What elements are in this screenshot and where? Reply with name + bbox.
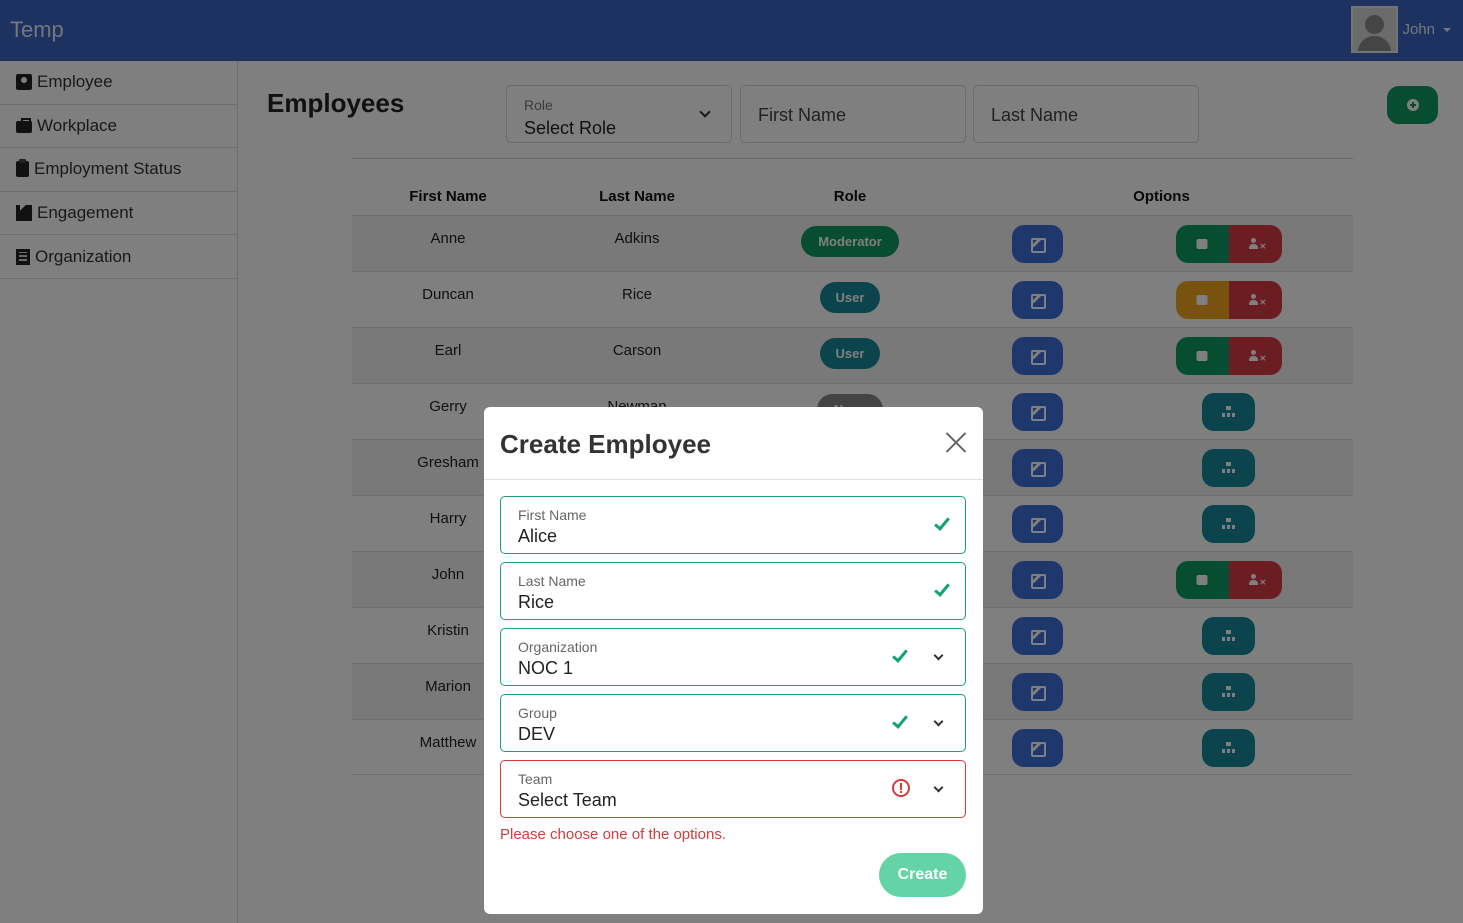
check-icon: [892, 646, 908, 663]
alert-circle-icon: [892, 779, 910, 797]
first-name-field[interactable]: First Name Alice: [500, 496, 966, 554]
field-label: Group: [518, 705, 557, 721]
chevron-down-icon: [933, 716, 944, 727]
field-value: Rice: [518, 592, 555, 612]
chevron-down-icon: [933, 782, 944, 793]
field-label: Last Name: [518, 573, 586, 589]
field-label: Organization: [518, 639, 598, 655]
validation-error: Please choose one of the options.: [500, 826, 726, 843]
group-select[interactable]: Group DEV: [500, 694, 966, 752]
close-icon[interactable]: [944, 431, 968, 455]
field-label: First Name: [518, 507, 587, 523]
field-value: NOC 1: [518, 658, 574, 678]
check-icon: [934, 514, 950, 531]
create-employee-modal: Create Employee First Name Alice Last Na…: [484, 407, 983, 914]
divider: [484, 479, 983, 480]
modal-title: Create Employee: [500, 429, 711, 459]
create-button[interactable]: Create: [879, 853, 966, 897]
organization-select[interactable]: Organization NOC 1: [500, 628, 966, 686]
field-value: DEV: [518, 724, 556, 744]
team-select[interactable]: Team Select Team: [500, 760, 966, 818]
check-icon: [892, 712, 908, 729]
last-name-field[interactable]: Last Name Rice: [500, 562, 966, 620]
field-value: Alice: [518, 526, 558, 546]
field-value: Select Team: [518, 790, 617, 810]
check-icon: [934, 580, 950, 597]
chevron-down-icon: [933, 650, 944, 661]
field-label: Team: [518, 771, 553, 787]
